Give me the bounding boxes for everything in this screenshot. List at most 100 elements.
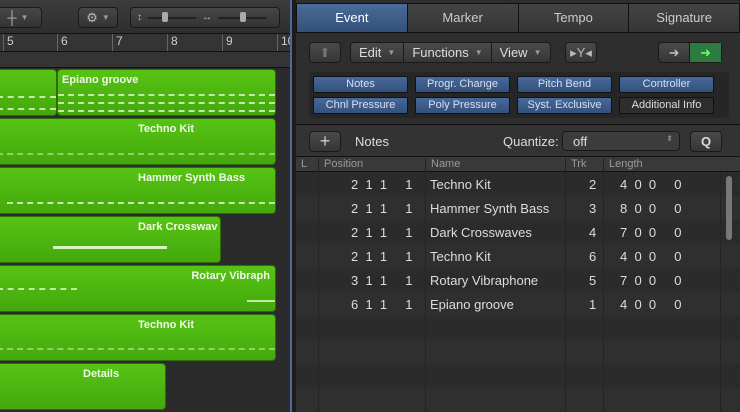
vertical-zoom-icon: ↕ [137, 12, 142, 23]
filter-controller[interactable]: Controller [619, 76, 714, 93]
bar-number: 8 [167, 34, 178, 51]
quantize-button[interactable]: Q [690, 131, 722, 152]
tracks-area: ┼▼ ⚙▼ ↕ ↔ 5 6 7 8 9 10 Epiano groove Tec… [0, 0, 290, 412]
event-trk: 2 [589, 177, 596, 192]
up-level-button[interactable]: ⬆ [309, 42, 341, 63]
edit-menu[interactable]: Edit▼ [351, 43, 404, 62]
filter-poly-pressure[interactable]: Poly Pressure [415, 97, 510, 114]
filter-sysex[interactable]: Syst. Exclusive [517, 97, 612, 114]
event-trk: 5 [589, 273, 596, 288]
bar-ruler[interactable]: 5 6 7 8 9 10 [0, 34, 290, 68]
tab-marker[interactable]: Marker [408, 4, 519, 32]
event-type-label: Notes [355, 134, 389, 149]
zoom-sliders: ↕ ↔ [130, 7, 280, 28]
midi-in-icon[interactable]: ➜ [659, 43, 690, 62]
tracks-toolbar: ┼▼ ⚙▼ ↕ ↔ [0, 0, 290, 34]
gear-icon: ⚙ [86, 10, 98, 26]
midi-region-epiano-groove[interactable]: Epiano groove [57, 69, 276, 116]
filter-icon: ▸Y◂ [562, 45, 600, 61]
event-position: 2 1 1 1 [351, 249, 412, 264]
add-event-button[interactable]: + [309, 131, 341, 152]
midi-region-details[interactable]: Details [0, 363, 166, 410]
filter-notes[interactable]: Notes [313, 76, 408, 93]
event-row[interactable]: 3 1 1 1 Rotary Vibraphone 5 7 0 0 0 [296, 268, 720, 292]
event-position: 2 1 1 1 [351, 201, 412, 216]
region-name: Epiano groove [62, 74, 138, 86]
filter-button[interactable]: ▸Y◂ [565, 42, 597, 63]
crosshair-icon: ┼ [7, 10, 16, 25]
bar-number: 5 [3, 34, 14, 51]
region-name: Dark Crosswav [138, 221, 218, 233]
midi-region-hammer-synth-bass[interactable]: Hammer Synth Bass [0, 167, 276, 214]
midi-out-icon[interactable]: ➜ [690, 43, 721, 62]
tab-event[interactable]: Event [297, 4, 408, 32]
midi-region-techno-kit[interactable]: Techno Kit [0, 118, 276, 165]
region-name: Rotary Vibraph [191, 270, 270, 282]
event-menus: Edit▼ Functions▼ View▼ [350, 42, 551, 63]
event-position: 2 1 1 1 [351, 225, 412, 240]
pointer-tool-menu[interactable]: ┼▼ [0, 7, 42, 28]
list-tabs: Event Marker Tempo Signature [296, 3, 740, 33]
vertical-zoom-slider[interactable] [148, 17, 196, 19]
midi-region-techno-kit[interactable]: Techno Kit [0, 314, 276, 361]
event-length: 8 0 0 0 [620, 201, 681, 216]
bar-number: 7 [112, 34, 123, 51]
region-name: Techno Kit [138, 123, 194, 135]
scrollbar[interactable] [726, 176, 732, 240]
event-row[interactable]: 2 1 1 1Techno Kit64 0 0 0 [296, 244, 720, 268]
filter-program-change[interactable]: Progr. Change [415, 76, 510, 93]
event-position: 2 1 1 1 [351, 177, 412, 192]
plus-icon: + [312, 131, 339, 152]
functions-menu[interactable]: Functions▼ [404, 43, 491, 62]
event-trk: 6 [589, 249, 596, 264]
updown-icon: ⬍ [666, 134, 673, 143]
event-type-filters: Notes Progr. Change Pitch Bend Controlle… [309, 72, 729, 118]
event-length: 7 0 0 0 [620, 273, 681, 288]
event-name: Techno Kit [430, 177, 491, 192]
midi-region-dark-crosswaves[interactable]: Dark Crosswav [0, 216, 221, 263]
event-row[interactable]: 2 1 1 1 Hammer Synth Bass 3 8 0 0 0 [296, 196, 720, 220]
view-menu[interactable]: View▼ [492, 43, 550, 62]
chevron-down-icon: ▼ [21, 13, 29, 22]
tab-tempo[interactable]: Tempo [519, 4, 630, 32]
bar-number: 6 [57, 34, 68, 51]
event-row[interactable]: 2 1 1 1 Techno Kit 2 4 0 0 0 [296, 172, 720, 196]
horizontal-zoom-icon: ↔ [202, 12, 212, 23]
filter-channel-pressure[interactable]: Chnl Pressure [313, 97, 408, 114]
region-name: Techno Kit [138, 319, 194, 331]
event-name: Epiano groove [430, 297, 514, 312]
col-position[interactable]: Position [318, 158, 363, 172]
event-name: Rotary Vibraphone [430, 273, 538, 288]
event-row[interactable]: 2 1 1 1Dark Crosswaves47 0 0 0 [296, 220, 720, 244]
event-list-pane: Event Marker Tempo Signature ⬆ Edit▼ Fun… [296, 0, 740, 412]
event-name: Dark Crosswaves [430, 225, 532, 240]
midi-region-rotary-vibraphone[interactable]: Rotary Vibraph [0, 265, 276, 312]
midi-region[interactable] [0, 69, 57, 116]
filter-pitch-bend[interactable]: Pitch Bend [517, 76, 612, 93]
event-position: 6 1 1 1 [351, 297, 412, 312]
event-name: Hammer Synth Bass [430, 201, 549, 216]
q-label: Q [693, 134, 719, 149]
event-row[interactable]: 6 1 1 1 Epiano groove 1 4 0 0 0 [296, 292, 720, 316]
chevron-down-icon: ▼ [102, 13, 110, 22]
quantize-select[interactable]: off ⬍ [562, 131, 680, 151]
event-position: 3 1 1 1 [351, 273, 412, 288]
region-name: Details [83, 368, 119, 380]
bar-number: 9 [222, 34, 233, 51]
filter-additional-info[interactable]: Additional Info [619, 97, 714, 114]
col-length[interactable]: Length [603, 158, 643, 172]
up-arrow-icon: ⬆ [312, 45, 339, 61]
event-length: 4 0 0 0 [620, 249, 681, 264]
event-trk: 3 [589, 201, 596, 216]
horizontal-zoom-slider[interactable] [218, 17, 266, 19]
event-length: 4 0 0 0 [620, 297, 681, 312]
event-length: 4 0 0 0 [620, 177, 681, 192]
col-l[interactable]: L [296, 158, 307, 172]
event-trk: 1 [589, 297, 596, 312]
tab-signature[interactable]: Signature [629, 4, 739, 32]
settings-menu[interactable]: ⚙▼ [78, 7, 118, 28]
quantize-value: off [573, 134, 587, 149]
quantize-label: Quantize: [503, 134, 559, 149]
col-trk[interactable]: Trk [565, 158, 586, 172]
col-name[interactable]: Name [425, 158, 460, 172]
